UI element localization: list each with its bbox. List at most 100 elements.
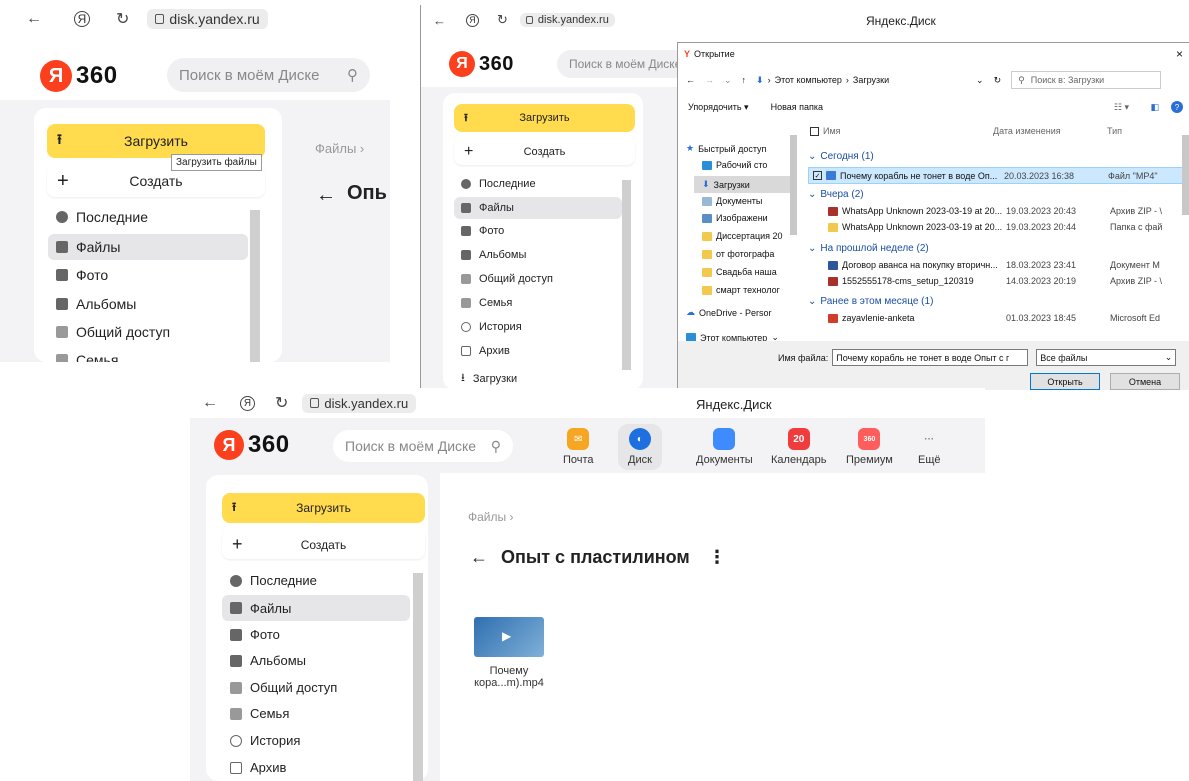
quick-access-item[interactable]: Свадьба наша <box>702 267 777 277</box>
quick-access-item[interactable]: Диссертация 20 <box>702 231 783 241</box>
back-arrow-icon[interactable]: ← <box>433 13 446 28</box>
sidebar-item-photo[interactable]: Фото <box>461 225 504 237</box>
filename-input[interactable]: Почему корабль не тонет в воде Опыт с г <box>832 349 1029 366</box>
breadcrumb[interactable]: Файлы › <box>315 141 364 156</box>
file-row[interactable]: WhatsApp Unknown 2023-03-19 at 20... 19.… <box>828 206 1162 216</box>
sidebar-scrollbar[interactable] <box>250 210 260 362</box>
sidebar-item-recent[interactable]: Последние <box>230 573 317 588</box>
sidebar-item-recent[interactable]: Последние <box>461 178 536 190</box>
breadcrumb-files[interactable]: Файлы <box>468 510 506 524</box>
quick-access-item[interactable]: ★ Быстрый доступ <box>686 143 766 154</box>
breadcrumb[interactable]: Файлы › <box>468 510 513 524</box>
app-documents[interactable]: Документы <box>696 428 753 466</box>
sidebar-item-history[interactable]: История <box>230 733 300 748</box>
up-arrow-icon[interactable]: ↑ <box>742 75 747 85</box>
cancel-button[interactable]: Отмена <box>1110 373 1180 390</box>
sidebar-item-family[interactable]: Семья <box>230 706 289 721</box>
app-more[interactable]: ··· Ещё <box>918 428 941 467</box>
sidebar-item-albums[interactable]: Альбомы <box>461 249 526 261</box>
sidebar-item-archive[interactable]: Архив <box>230 760 286 775</box>
group-header[interactable]: ⌄ Ранее в этом месяце (1) <box>808 296 933 307</box>
create-button[interactable]: + Создать <box>454 138 635 165</box>
sidebar-item-downloads[interactable]: ⭳ Загрузки <box>461 369 517 388</box>
upload-button[interactable]: ⭱ Загрузить <box>222 493 425 523</box>
app-premium[interactable]: 360 Премиум <box>846 428 893 466</box>
app-disk[interactable]: ◐ Диск <box>618 424 662 470</box>
back-arrow-icon[interactable]: ← <box>26 10 42 28</box>
yandex-browser-icon[interactable]: Я <box>240 395 255 411</box>
sidebar-item-files[interactable]: Файлы <box>454 197 622 219</box>
back-arrow-icon[interactable]: ← <box>202 394 218 412</box>
sidebar-item-family[interactable]: Семья <box>461 297 512 309</box>
help-icon[interactable]: ? <box>1171 101 1183 113</box>
sidebar-item-files[interactable]: Файлы <box>222 595 410 621</box>
sidebar-item-history[interactable]: История <box>461 321 522 333</box>
open-button[interactable]: Открыть <box>1030 373 1100 390</box>
sidebar-scrollbar[interactable] <box>413 573 423 781</box>
quick-access-item[interactable]: ☁ OneDrive - Persor <box>686 307 772 318</box>
search-input[interactable]: Поиск в моём Диске ⚲ <box>333 430 513 462</box>
file-item[interactable]: ▶ Почему кора...m).mp4 <box>468 617 550 689</box>
sidebar-item-recent[interactable]: Последние <box>56 209 148 225</box>
file-row[interactable]: Договор аванса на покупку вторичн... 18.… <box>828 260 1160 270</box>
back-arrow-icon[interactable]: ← <box>470 547 488 568</box>
dialog-search-input[interactable]: ⚲ Поиск в: Загрузки <box>1011 71 1162 89</box>
select-all-checkbox[interactable] <box>810 126 819 136</box>
refresh-icon[interactable]: ↻ <box>994 75 1002 86</box>
nav-pane-scrollbar[interactable] <box>790 135 797 235</box>
quick-access-item[interactable]: смарт технолог <box>702 285 780 295</box>
quick-access-item[interactable]: Изображени <box>702 213 768 223</box>
address-bar[interactable]: disk.yandex.ru <box>147 9 268 29</box>
sidebar-item-albums[interactable]: Альбомы <box>56 296 136 312</box>
group-header[interactable]: ⌄ Сегодня (1) <box>808 151 874 162</box>
more-options-icon[interactable]: ⋮ <box>708 547 726 568</box>
quick-access-item[interactable]: ⬇ Загрузки <box>694 176 790 193</box>
back-arrow-icon[interactable]: ← <box>686 75 695 85</box>
yandex-360-logo[interactable]: Я 360 <box>214 430 290 460</box>
yandex-360-logo[interactable]: Я 360 <box>40 60 118 92</box>
reload-icon[interactable]: ↻ <box>497 12 508 28</box>
column-date[interactable]: Дата изменения <box>993 126 1103 136</box>
back-arrow-icon[interactable]: ← <box>316 184 336 207</box>
sidebar-item-albums[interactable]: Альбомы <box>230 653 306 668</box>
forward-arrow-icon[interactable]: → <box>705 75 714 85</box>
sidebar-item-files[interactable]: Файлы <box>48 234 248 260</box>
reload-icon[interactable]: ↻ <box>116 9 129 29</box>
path-segment[interactable]: Этот компьютер <box>775 75 842 85</box>
file-list-scrollbar[interactable] <box>1182 135 1189 215</box>
file-row-selected[interactable]: ✓ Почему корабль не тонет в воде Оп... 2… <box>808 167 1188 184</box>
breadcrumb-files[interactable]: Файлы <box>315 141 356 156</box>
quick-access-item[interactable]: от фотографа <box>702 249 774 259</box>
sidebar-item-shared[interactable]: Общий доступ <box>56 324 170 340</box>
sidebar-item-photo[interactable]: Фото <box>230 627 280 642</box>
chevron-down-icon[interactable]: ⌄ <box>724 75 732 86</box>
checkbox-checked-icon[interactable]: ✓ <box>813 171 822 180</box>
yandex-browser-icon[interactable]: Я <box>466 13 479 27</box>
column-type[interactable]: Тип <box>1107 126 1122 136</box>
yandex-360-logo[interactable]: Я 360 <box>449 51 514 77</box>
quick-access-item[interactable]: Документы <box>702 196 762 206</box>
sidebar-item-photo[interactable]: Фото <box>56 267 108 283</box>
file-row[interactable]: zayavlenie-anketa 01.03.2023 18:45 Micro… <box>828 313 1160 323</box>
sidebar-item-shared[interactable]: Общий доступ <box>461 273 553 285</box>
close-icon[interactable]: × <box>1176 47 1183 61</box>
address-bar[interactable]: disk.yandex.ru <box>519 13 615 27</box>
path-bar[interactable]: ⬇ › Этот компьютер › Загрузки <box>756 75 966 86</box>
new-folder-button[interactable]: Новая папка <box>771 102 823 112</box>
group-header[interactable]: ⌄ Вчера (2) <box>808 189 864 200</box>
yandex-browser-icon[interactable]: Я <box>74 11 90 27</box>
address-bar[interactable]: disk.yandex.ru <box>302 393 417 413</box>
sidebar-item-archive[interactable]: Архив <box>461 345 510 357</box>
upload-button[interactable]: ⭱ Загрузить <box>454 104 635 132</box>
reload-icon[interactable]: ↻ <box>275 393 288 413</box>
view-icon[interactable]: ☷ ▾ <box>1114 102 1129 113</box>
path-segment[interactable]: Загрузки <box>853 75 889 85</box>
group-header[interactable]: ⌄ На прошлой неделе (2) <box>808 243 929 254</box>
sidebar-scrollbar[interactable] <box>622 180 631 370</box>
sidebar-item-shared[interactable]: Общий доступ <box>230 680 337 695</box>
quick-access-item[interactable]: Рабочий сто <box>702 160 767 170</box>
upload-button[interactable]: ⭱ Загрузить <box>47 124 265 158</box>
file-type-select[interactable]: Все файлы ⌄ <box>1036 349 1177 366</box>
chevron-down-icon[interactable]: ⌄ <box>976 75 984 86</box>
search-input[interactable]: Поиск в моём Диске ⚲ <box>167 58 370 92</box>
